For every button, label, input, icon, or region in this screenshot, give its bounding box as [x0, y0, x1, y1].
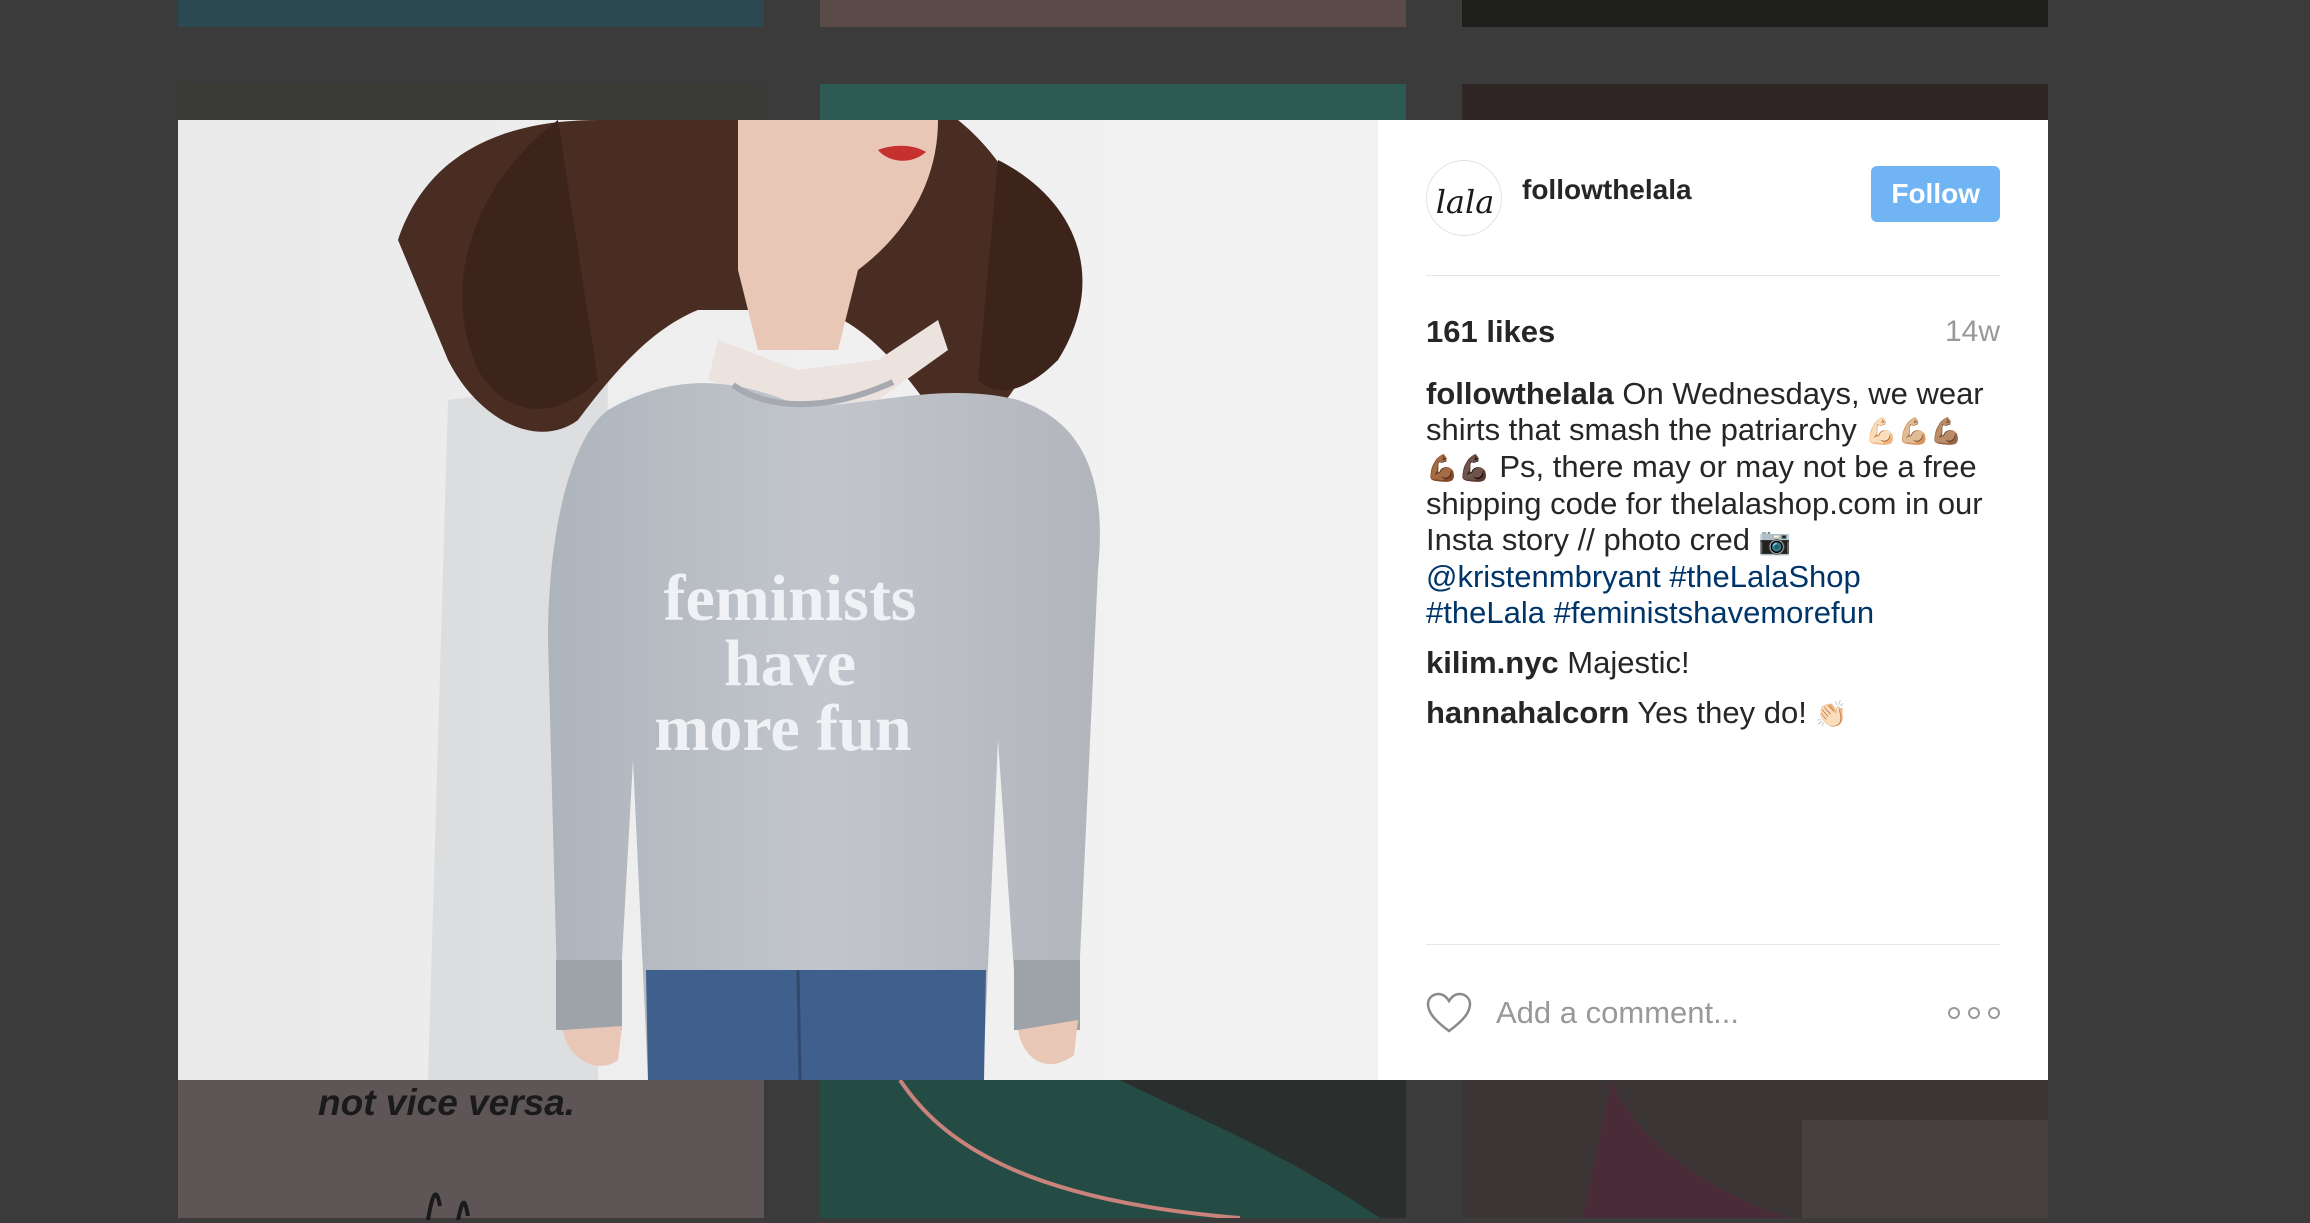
background-person-image — [1582, 1080, 2048, 1218]
hashtag-link[interactable]: #feministshavemorefun — [1554, 595, 1875, 630]
photo-illustration: feminists have more fun — [398, 120, 1100, 1080]
camera-emoji: 📷 — [1758, 526, 1791, 556]
dot — [1948, 1007, 1960, 1019]
background-tile — [1462, 84, 2048, 124]
comment-author[interactable]: followthelala — [1426, 376, 1614, 411]
dot — [1988, 1007, 2000, 1019]
background-tile — [1462, 1080, 2048, 1218]
comment-author[interactable]: hannahalcorn — [1426, 695, 1629, 730]
comment: hannahalcorn Yes they do! 👏🏻 — [1426, 695, 2000, 732]
add-comment-input[interactable]: Add a comment... — [1496, 995, 1948, 1031]
background-cap-image — [898, 1078, 1406, 1220]
mention-link[interactable]: @kristenmbryant — [1426, 559, 1661, 594]
comment-list: followthelala On Wednesdays, we wear shi… — [1426, 376, 2000, 732]
heart-icon[interactable] — [1426, 992, 1472, 1034]
background-tile — [178, 84, 764, 124]
background-tile: not vice versa. — [178, 1080, 764, 1220]
comment-text: Majestic! — [1558, 645, 1690, 680]
follow-button[interactable]: Follow — [1871, 165, 2000, 222]
post-modal: feminists have more fun lala followthela… — [178, 120, 2048, 1080]
hashtag-link[interactable]: #theLala — [1426, 595, 1545, 630]
caption: followthelala On Wednesdays, we wear shi… — [1426, 376, 2000, 631]
background-tile — [820, 84, 1406, 124]
background-tile — [820, 1078, 1406, 1220]
background-tile — [820, 0, 1406, 27]
post-age[interactable]: 14w — [1945, 315, 2000, 349]
shirt-print-line: feminists — [664, 562, 917, 635]
likes-count[interactable]: 161 likes — [1426, 314, 1555, 350]
background-tile-text: not vice versa. — [318, 1082, 576, 1123]
more-options-icon[interactable] — [1948, 1007, 2000, 1019]
post-header: lala followthelala Follow — [1426, 120, 2000, 276]
comment-footer: Add a comment... — [1426, 944, 2000, 1081]
svg-text:lala: lala — [1436, 183, 1495, 221]
comment: kilim.nyc Majestic! — [1426, 645, 2000, 681]
post-meta: 161 likes 14w — [1426, 314, 2000, 350]
post-sidebar: lala followthelala Follow 161 likes 14w … — [1378, 120, 2048, 1080]
post-username[interactable]: followthelala — [1522, 174, 1871, 206]
hashtag-link[interactable]: #theLalaShop — [1669, 559, 1860, 594]
avatar[interactable]: lala — [1426, 159, 1502, 236]
caption-text: Ps, there may or may not be a free shipp… — [1426, 449, 1983, 557]
background-tile — [178, 0, 764, 27]
dot — [1968, 1007, 1980, 1019]
clapping-hands-emoji: 👏🏻 — [1815, 699, 1848, 729]
background-tile — [1462, 0, 2048, 27]
lala-logo-icon: lala — [1436, 183, 1495, 221]
background-logo — [426, 1192, 470, 1220]
shirt-print-line: have — [724, 627, 856, 700]
comment-author[interactable]: kilim.nyc — [1426, 645, 1559, 680]
shirt-print-line: more fun — [654, 692, 911, 765]
post-photo[interactable]: feminists have more fun — [178, 120, 1378, 1080]
comment-text: Yes they do! — [1629, 695, 1816, 730]
